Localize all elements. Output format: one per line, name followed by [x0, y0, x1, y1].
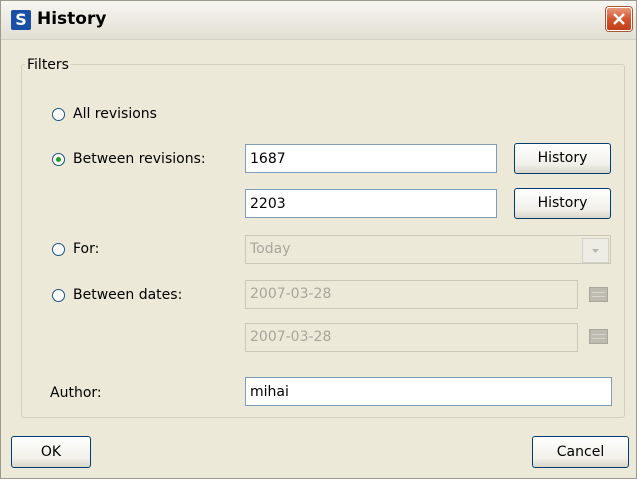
- filters-legend: Filters: [25, 57, 71, 73]
- history-dialog: S History Filters All revisions Between …: [0, 0, 637, 479]
- for-radio[interactable]: [52, 242, 65, 256]
- author-row: Author:: [50, 385, 102, 401]
- history-button-from[interactable]: History: [514, 143, 611, 174]
- date-to-input[interactable]: 2007-03-28: [245, 323, 578, 352]
- cancel-button[interactable]: Cancel: [532, 436, 629, 468]
- ok-button[interactable]: OK: [11, 436, 91, 468]
- between-dates-radio[interactable]: [52, 288, 65, 302]
- title-bar[interactable]: S History: [1, 1, 636, 40]
- all-revisions-option[interactable]: All revisions: [52, 106, 157, 122]
- author-input[interactable]: [245, 377, 612, 406]
- close-button[interactable]: [606, 7, 632, 31]
- between-revisions-option[interactable]: Between revisions:: [52, 151, 206, 167]
- history-button-to[interactable]: History: [514, 188, 611, 219]
- close-icon: [613, 13, 625, 25]
- between-dates-option[interactable]: Between dates:: [52, 287, 182, 303]
- revision-to-input[interactable]: [245, 189, 497, 218]
- calendar-icon[interactable]: [589, 329, 608, 344]
- calendar-icon[interactable]: [589, 287, 608, 302]
- window-title: History: [37, 9, 107, 29]
- all-revisions-label: All revisions: [73, 106, 157, 122]
- all-revisions-radio[interactable]: [52, 107, 65, 121]
- between-dates-label: Between dates:: [73, 287, 183, 303]
- between-revisions-radio[interactable]: [52, 152, 65, 166]
- author-label: Author:: [50, 385, 102, 401]
- for-dropdown-button[interactable]: [582, 238, 609, 263]
- date-from-input[interactable]: 2007-03-28: [245, 280, 578, 309]
- for-label: For:: [73, 241, 100, 257]
- between-revisions-label: Between revisions:: [73, 151, 206, 167]
- revision-from-input[interactable]: [245, 144, 497, 173]
- for-period-select[interactable]: Today: [245, 235, 611, 264]
- app-icon: S: [11, 10, 31, 30]
- chevron-down-icon: [592, 249, 599, 253]
- for-option[interactable]: For:: [52, 241, 99, 257]
